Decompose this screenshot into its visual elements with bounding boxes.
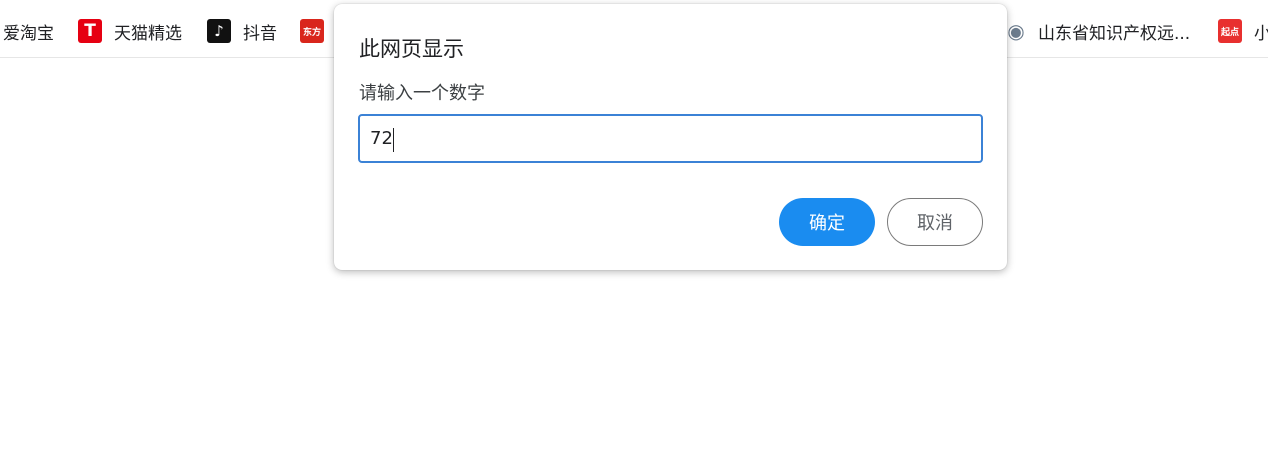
bookmark-qidian[interactable]: 起点 小	[1218, 16, 1268, 46]
ok-button[interactable]: 确定	[779, 198, 875, 246]
bookmark-douyin[interactable]: ♪ 抖音	[207, 16, 277, 46]
bookmark-label: 小	[1254, 23, 1268, 44]
tmall-icon: T	[78, 19, 102, 43]
emblem-icon: ◉	[1004, 19, 1028, 43]
dialog-title: 此网页显示	[359, 37, 464, 61]
bookmark-label: 山东省知识产权远...	[1038, 23, 1191, 44]
bookmark-label: 爱淘宝	[3, 23, 54, 44]
cancel-button[interactable]: 取消	[887, 198, 983, 246]
bookmark-dongfang[interactable]: 东方	[300, 16, 336, 46]
douyin-icon: ♪	[207, 19, 231, 43]
bookmark-aitaobao[interactable]: 爱淘宝	[3, 16, 54, 46]
bookmark-label: 天猫精选	[114, 23, 182, 44]
text-caret	[393, 128, 394, 152]
bookmark-tmall[interactable]: T 天猫精选	[78, 16, 182, 46]
bookmark-label: 抖音	[243, 23, 277, 44]
qidian-icon: 起点	[1218, 19, 1242, 43]
dongfang-icon: 东方	[300, 19, 324, 43]
bookmark-shandong-ip[interactable]: ◉ 山东省知识产权远...	[1004, 16, 1190, 46]
prompt-dialog: 此网页显示 请输入一个数字 确定 取消	[334, 4, 1007, 270]
number-input[interactable]	[358, 114, 983, 163]
dialog-message: 请输入一个数字	[359, 83, 485, 104]
